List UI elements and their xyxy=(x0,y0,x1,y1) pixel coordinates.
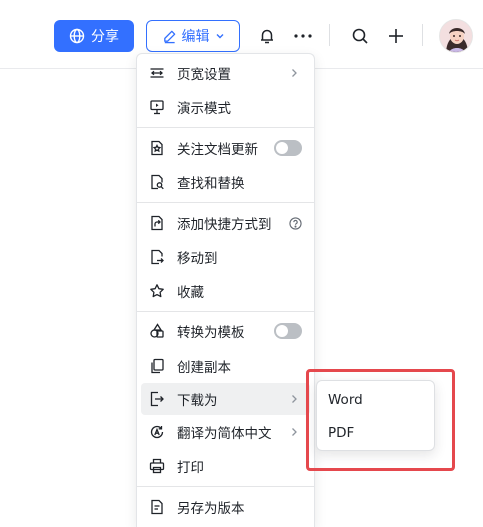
share-label: 分享 xyxy=(91,29,119,45)
menu-item-download-as[interactable]: 下载为 xyxy=(141,383,310,415)
menu-item-label: 页宽设置 xyxy=(177,67,231,83)
pencil-icon xyxy=(162,29,177,44)
template-icon xyxy=(149,323,165,339)
help-icon[interactable] xyxy=(288,216,302,230)
save-version-icon xyxy=(149,499,165,515)
edit-label: 编辑 xyxy=(181,29,210,45)
more-icon[interactable] xyxy=(291,24,315,48)
more-menu: 页宽设置 演示模式 关注文档更新 查找和替换 添加快捷方式到 移动到 收藏 转换… xyxy=(136,53,315,527)
menu-item-label: 移动到 xyxy=(177,251,218,267)
chevron-right-icon xyxy=(288,394,300,404)
menu-item-label: 查找和替换 xyxy=(177,176,245,192)
chevron-down-icon xyxy=(215,31,225,41)
menu-item-find-replace[interactable]: 查找和替换 xyxy=(141,166,310,198)
menu-item-label: 转换为模板 xyxy=(177,325,245,341)
chevron-right-icon xyxy=(288,68,300,78)
chevron-right-icon xyxy=(288,427,300,437)
menu-item-save-version[interactable]: 另存为版本 xyxy=(141,491,310,523)
copy-icon xyxy=(149,358,165,374)
menu-divider xyxy=(137,127,314,128)
menu-item-presentation[interactable]: 演示模式 xyxy=(141,91,310,123)
convert-template-toggle[interactable] xyxy=(274,323,302,339)
menu-item-label: 演示模式 xyxy=(177,101,231,117)
toolbar-divider xyxy=(422,24,423,46)
menu-item-label: 添加快捷方式到 xyxy=(177,217,272,233)
menu-item-translate[interactable]: 翻译为简体中文 xyxy=(141,416,310,448)
toolbar-divider xyxy=(329,24,330,46)
menu-item-move-to[interactable]: 移动到 xyxy=(141,241,310,273)
menu-item-favorite[interactable]: 收藏 xyxy=(141,275,310,307)
menu-item-add-shortcut[interactable]: 添加快捷方式到 xyxy=(141,207,310,239)
follow-doc-icon xyxy=(149,140,165,156)
follow-updates-toggle[interactable] xyxy=(274,140,302,156)
menu-divider xyxy=(137,202,314,203)
shortcut-icon xyxy=(149,215,165,231)
menu-item-duplicate[interactable]: 创建副本 xyxy=(141,350,310,382)
menu-item-label: 下载为 xyxy=(177,393,218,409)
menu-item-label: 另存为版本 xyxy=(177,501,245,517)
menu-divider xyxy=(137,486,314,487)
menu-item-page-width[interactable]: 页宽设置 xyxy=(141,57,310,89)
menu-item-label: 关注文档更新 xyxy=(177,142,258,158)
highlight-box xyxy=(306,369,455,471)
presentation-icon xyxy=(149,99,165,115)
move-icon xyxy=(149,249,165,265)
menu-item-convert-template[interactable]: 转换为模板 xyxy=(141,315,310,347)
menu-item-label: 打印 xyxy=(177,460,204,476)
share-button[interactable]: 分享 xyxy=(54,20,134,52)
translate-icon xyxy=(149,424,165,440)
bell-icon[interactable] xyxy=(255,24,279,48)
globe-icon xyxy=(69,28,85,44)
page-width-icon xyxy=(149,65,165,81)
menu-item-label: 翻译为简体中文 xyxy=(177,426,272,442)
menu-item-label: 创建副本 xyxy=(177,360,231,376)
search-icon[interactable] xyxy=(348,24,372,48)
menu-item-print[interactable]: 打印 xyxy=(141,450,310,482)
star-icon xyxy=(149,283,165,299)
edit-button[interactable]: 编辑 xyxy=(146,20,240,52)
menu-divider xyxy=(137,311,314,312)
menu-item-label: 收藏 xyxy=(177,285,204,301)
menu-item-follow-updates[interactable]: 关注文档更新 xyxy=(141,132,310,164)
print-icon xyxy=(149,458,165,474)
avatar[interactable] xyxy=(439,19,473,53)
download-icon xyxy=(149,391,165,407)
find-replace-icon xyxy=(149,174,165,190)
plus-icon[interactable] xyxy=(384,24,408,48)
